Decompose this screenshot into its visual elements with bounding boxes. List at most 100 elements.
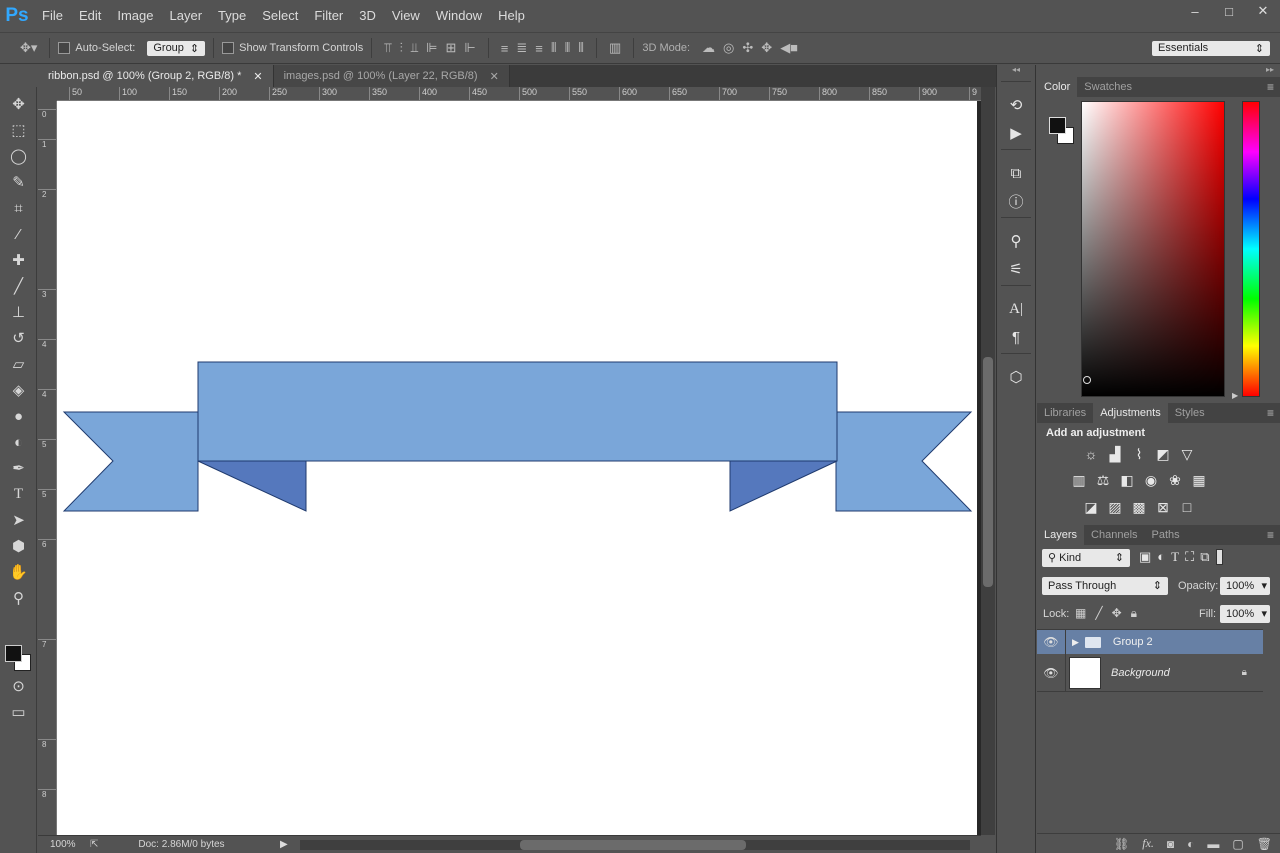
tab-swatches[interactable]: Swatches — [1077, 77, 1139, 97]
menu-select[interactable]: Select — [254, 0, 306, 32]
delete-layer-icon[interactable]: 🗑︎ — [1257, 837, 1272, 851]
blur-tool-icon[interactable]: ● — [0, 403, 37, 429]
menu-filter[interactable]: Filter — [306, 0, 351, 32]
new-layer-icon[interactable]: ▢ — [1232, 837, 1243, 851]
align-left-icon[interactable]: ⊫ — [426, 40, 437, 56]
menu-3d[interactable]: 3D — [351, 0, 384, 32]
3d-scale-icon[interactable]: ◀■ — [780, 40, 798, 56]
document-canvas[interactable] — [57, 101, 977, 835]
tab-color[interactable]: Color — [1037, 77, 1078, 97]
brush-settings-icon[interactable]: ⚟ — [997, 255, 1035, 283]
align-hcenter-icon[interactable]: ⊞ — [446, 40, 457, 56]
brush-tool-icon[interactable]: ╱ — [0, 273, 37, 299]
menu-type[interactable]: Type — [210, 0, 254, 32]
filter-toggle-icon[interactable] — [1215, 549, 1223, 565]
tab-layers[interactable]: Layers — [1037, 525, 1085, 545]
shape-filter-icon[interactable]: ⛶ — [1185, 549, 1194, 565]
crop-tool-icon[interactable]: ⌗ — [0, 195, 37, 221]
hue-slider[interactable] — [1242, 101, 1260, 397]
add-mask-icon[interactable]: ◙ — [1167, 837, 1174, 851]
collapse-icon[interactable]: ◂◂ — [997, 65, 1035, 79]
link-layers-icon[interactable]: ⛓ — [1114, 837, 1129, 851]
3d-roll-icon[interactable]: ◎ — [723, 40, 734, 56]
layer-filter-dropdown[interactable]: ⚲ Kind ⇕ — [1042, 549, 1130, 567]
actions-panel-icon[interactable]: ▶ — [997, 119, 1035, 147]
lasso-tool-icon[interactable]: ◯ — [0, 143, 37, 169]
layer-name[interactable]: Background — [1111, 667, 1170, 679]
menu-image[interactable]: Image — [109, 0, 161, 32]
screen-mode-icon[interactable]: ▭ — [0, 699, 37, 725]
type-tool-icon[interactable]: T — [0, 481, 37, 507]
selective-color-icon[interactable]: □ — [1175, 497, 1199, 517]
path-select-tool-icon[interactable]: ➤ — [0, 507, 37, 533]
menu-layer[interactable]: Layer — [162, 0, 211, 32]
clone-stamp-tool-icon[interactable]: ⊥ — [0, 299, 37, 325]
layer-style-icon[interactable]: fx. — [1142, 836, 1154, 851]
collapse-panels-icon[interactable]: ▸▸ — [1037, 65, 1280, 77]
maximize-button[interactable]: □ — [1212, 0, 1246, 22]
minimize-button[interactable]: – — [1178, 0, 1212, 22]
distribute-vcenter-icon[interactable]: ≣ — [516, 40, 527, 56]
tab-ribbon[interactable]: ribbon.psd @ 100% (Group 2, RGB/8) * ✕ — [38, 65, 274, 87]
show-transform-checkbox[interactable] — [222, 42, 235, 54]
expand-arrow-icon[interactable]: ▶ — [1072, 637, 1079, 648]
hand-tool-icon[interactable]: ✋ — [0, 559, 37, 585]
export-icon[interactable]: ⇱ — [90, 839, 98, 850]
healing-brush-tool-icon[interactable]: ✚ — [0, 247, 37, 273]
close-tab-icon[interactable]: ✕ — [253, 70, 262, 83]
invert-icon[interactable]: ◪ — [1079, 498, 1103, 518]
photo-filter-icon[interactable]: ◉ — [1139, 470, 1163, 490]
curves-icon[interactable]: ⌇ — [1127, 445, 1151, 465]
auto-align-icon[interactable]: ▥ — [609, 40, 621, 56]
vertical-scroll-thumb[interactable] — [983, 357, 993, 587]
tab-libraries[interactable]: Libraries — [1037, 403, 1093, 423]
panel-menu-icon[interactable]: ≡ — [1267, 406, 1274, 420]
color-lookup-icon[interactable]: ▦ — [1187, 470, 1211, 490]
move-tool-icon[interactable]: ✥ — [0, 91, 37, 117]
status-menu-arrow-icon[interactable]: ▶ — [280, 839, 288, 850]
info-panel-icon[interactable]: ⓘ — [997, 187, 1035, 215]
menu-help[interactable]: Help — [490, 0, 533, 32]
hue-saturation-icon[interactable]: ▥ — [1067, 470, 1091, 490]
color-field[interactable] — [1081, 101, 1225, 397]
auto-select-checkbox[interactable] — [58, 42, 71, 54]
layer-row-group-2[interactable]: 👁︎ ▶ Group 2 — [1037, 630, 1263, 654]
3d-slide-icon[interactable]: ✥ — [761, 40, 772, 56]
3d-orbit-icon[interactable]: ☁ — [702, 40, 715, 56]
lock-all-icon[interactable]: 🔒︎ — [1131, 606, 1137, 621]
canvas-area[interactable] — [57, 101, 981, 835]
color-picker-marker[interactable] — [1083, 376, 1091, 384]
ribbon-left-fold[interactable] — [197, 460, 307, 512]
eye-icon[interactable]: 👁︎ — [1037, 635, 1065, 649]
3d-pan-icon[interactable]: ✣ — [742, 40, 753, 56]
marquee-tool-icon[interactable]: ⬚ — [0, 117, 37, 143]
menu-edit[interactable]: Edit — [71, 0, 109, 32]
paint-bucket-tool-icon[interactable]: ◈ — [0, 377, 37, 403]
distribute-hcenter-icon[interactable]: ⦀ — [565, 40, 571, 56]
type-filter-icon[interactable]: T — [1171, 549, 1179, 565]
menu-view[interactable]: View — [384, 0, 428, 32]
shape-tool-icon[interactable]: ⬢ — [0, 533, 37, 559]
panel-menu-icon[interactable]: ≡ — [1267, 528, 1274, 542]
close-tab-icon[interactable]: ✕ — [490, 70, 499, 83]
hue-slider-arrow-icon[interactable]: ▶ — [1232, 391, 1238, 400]
auto-select-dropdown[interactable]: Group ⇕ — [147, 40, 206, 56]
chevron-down-icon[interactable]: ▾ — [1261, 605, 1267, 623]
align-bottom-icon[interactable]: ⫫ — [411, 40, 418, 56]
eraser-tool-icon[interactable]: ▱ — [0, 351, 37, 377]
vertical-scrollbar[interactable] — [981, 87, 995, 835]
new-group-icon[interactable]: ▬ — [1207, 837, 1219, 851]
lock-transparent-icon[interactable]: ▦ — [1075, 606, 1086, 621]
history-panel-icon[interactable]: ⟲ — [997, 91, 1035, 119]
fill-field[interactable]: 100% ▾ — [1220, 605, 1270, 623]
tab-images[interactable]: images.psd @ 100% (Layer 22, RGB/8) ✕ — [273, 65, 510, 87]
layer-name[interactable]: Group 2 — [1113, 636, 1153, 648]
quick-select-tool-icon[interactable]: ✎ — [0, 169, 37, 195]
ribbon-main-band[interactable] — [197, 361, 838, 462]
distribute-bottom-icon[interactable]: ≡ — [535, 41, 543, 56]
eye-icon[interactable]: 👁︎ — [1037, 666, 1065, 680]
brightness-contrast-icon[interactable]: ☼ — [1079, 444, 1103, 464]
pixel-filter-icon[interactable]: ▣ — [1139, 549, 1151, 565]
channel-mixer-icon[interactable]: ❀ — [1163, 470, 1187, 490]
panel-menu-icon[interactable]: ≡ — [1267, 80, 1274, 94]
